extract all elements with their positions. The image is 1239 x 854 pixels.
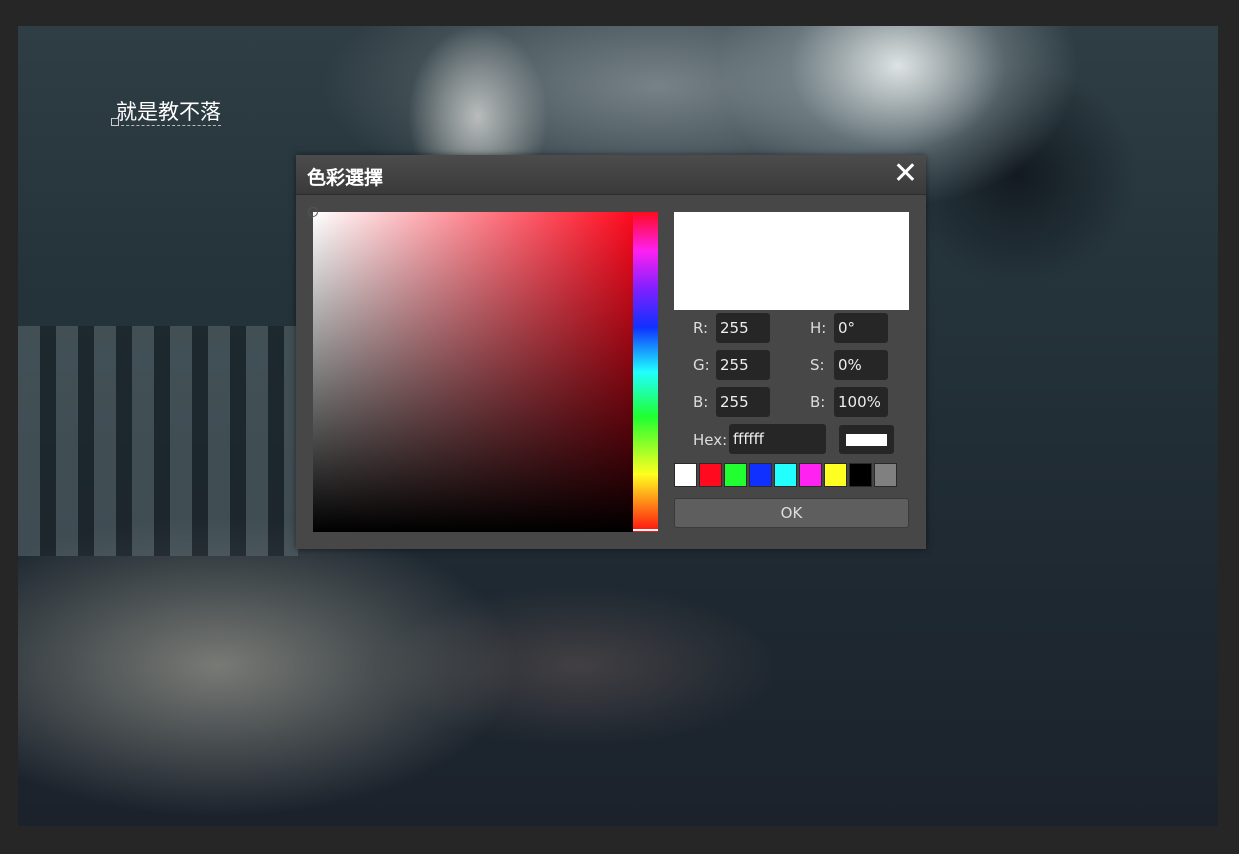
palette-swatch[interactable]	[849, 463, 872, 487]
r-label: R:	[693, 319, 709, 337]
ok-button[interactable]: OK	[674, 498, 909, 528]
palette-swatch[interactable]	[699, 463, 722, 487]
color-preview	[674, 212, 909, 310]
hue-slider[interactable]	[633, 212, 658, 532]
color-picker-dialog: 色彩選擇 ✕ R: G: B: H: S: B: Hex: OK	[296, 155, 926, 549]
s-input[interactable]	[834, 350, 888, 380]
crib-bars	[18, 326, 298, 556]
palette-swatch[interactable]	[674, 463, 697, 487]
eyedropper-swatch-button[interactable]	[839, 425, 894, 454]
brightness-label: B:	[810, 393, 826, 411]
dialog-header[interactable]: 色彩選擇 ✕	[296, 155, 926, 195]
palette-swatch[interactable]	[749, 463, 772, 487]
s-label: S:	[810, 356, 825, 374]
hex-input[interactable]	[729, 424, 826, 454]
b-input[interactable]	[716, 387, 770, 417]
palette-swatch[interactable]	[774, 463, 797, 487]
palette-swatch[interactable]	[799, 463, 822, 487]
sv-cursor[interactable]	[308, 207, 318, 217]
g-label: G:	[693, 356, 710, 374]
palette-swatch[interactable]	[824, 463, 847, 487]
hue-marker[interactable]	[633, 529, 658, 531]
h-input[interactable]	[834, 313, 888, 343]
current-color-swatch	[846, 434, 887, 446]
text-resize-handle[interactable]	[111, 118, 119, 126]
text-layer[interactable]: 就是教不落	[116, 99, 221, 126]
h-label: H:	[810, 319, 827, 337]
hex-label: Hex:	[693, 431, 728, 449]
close-icon[interactable]: ✕	[893, 159, 918, 189]
dialog-title: 色彩選擇	[307, 167, 384, 189]
saturation-brightness-area[interactable]	[308, 207, 633, 532]
b-label: B:	[693, 393, 709, 411]
brightness-input[interactable]	[834, 387, 888, 417]
palette-swatch[interactable]	[724, 463, 747, 487]
palette-swatch[interactable]	[874, 463, 897, 487]
g-input[interactable]	[716, 350, 770, 380]
r-input[interactable]	[716, 313, 770, 343]
